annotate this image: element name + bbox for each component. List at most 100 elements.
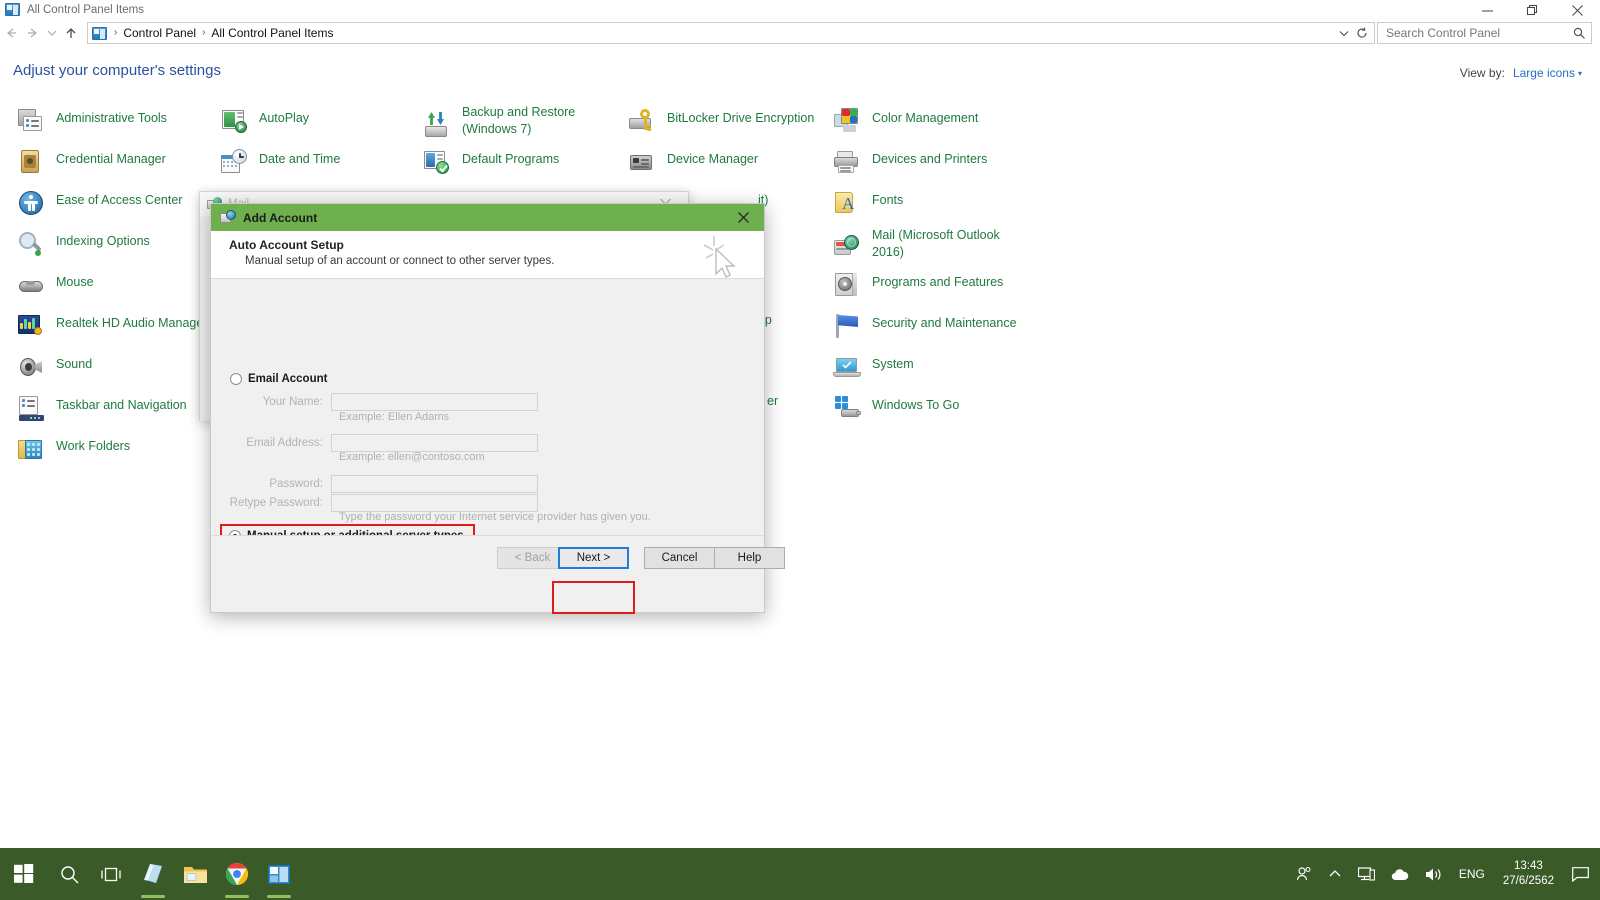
next-button[interactable]: Next > — [558, 547, 629, 569]
cp-item-date-and-time[interactable]: Date and Time — [217, 145, 422, 186]
back-button[interactable] — [0, 22, 22, 44]
window-controls — [1465, 0, 1600, 20]
security-and-maintenance-icon — [832, 311, 862, 341]
control-panel-icon — [92, 26, 107, 40]
file-explorer-icon[interactable] — [174, 848, 216, 900]
administrative-tools-icon — [16, 106, 46, 136]
cp-item-autoplay[interactable]: AutoPlay — [217, 104, 422, 145]
cp-item-label: er — [767, 394, 779, 408]
cp-item-administrative-tools[interactable]: Administrative Tools — [14, 104, 219, 145]
cp-item-taskbar-and-navigation[interactable]: Taskbar and Navigation — [14, 391, 219, 432]
cp-item-mouse[interactable]: Mouse — [14, 268, 219, 309]
breadcrumb-item-control-panel[interactable]: Control Panel — [120, 23, 199, 43]
onedrive-icon[interactable] — [1383, 848, 1417, 900]
cp-item-label: BitLocker Drive Encryption — [667, 111, 815, 125]
help-button[interactable]: Help — [714, 547, 785, 569]
add-account-icon — [220, 209, 236, 226]
control-panel-column-1: Administrative Tools Credential Manager — [14, 104, 219, 473]
network-icon[interactable] — [1350, 848, 1383, 900]
cp-item-label: Devices and Printers — [872, 152, 988, 166]
cp-item-device-manager[interactable]: Device Manager — [625, 145, 835, 186]
email-address-hint: Example: ellen@contoso.com — [339, 451, 485, 463]
cp-item-security-and-maintenance[interactable]: Security and Maintenance — [830, 309, 1035, 350]
close-button[interactable] — [1555, 0, 1600, 20]
close-icon[interactable] — [728, 204, 758, 231]
add-account-title: Add Account — [243, 210, 318, 225]
refresh-icon[interactable] — [1353, 23, 1371, 43]
add-account-dialog: Add Account Auto Account Setup Manual se… — [210, 203, 785, 614]
realtek-hd-audio-manager-icon — [16, 311, 46, 341]
forward-button[interactable] — [22, 22, 44, 44]
search-icon[interactable] — [48, 848, 90, 900]
add-account-titlebar: Add Account — [211, 204, 764, 231]
cp-item-programs-and-features[interactable]: Programs and Features — [830, 268, 1035, 309]
add-account-header: Auto Account Setup Manual setup of an ac… — [211, 231, 764, 279]
cp-item-devices-and-printers[interactable]: Devices and Printers — [830, 145, 1035, 186]
email-account-label: Email Account — [248, 373, 328, 385]
maximize-button[interactable] — [1510, 0, 1555, 20]
your-name-label: Your Name: — [262, 396, 323, 408]
password-input[interactable] — [331, 475, 538, 493]
cp-item-credential-manager[interactable]: Credential Manager — [14, 145, 219, 186]
google-chrome-icon[interactable] — [216, 848, 258, 900]
email-account-radio-row[interactable]: Email Account — [230, 373, 327, 385]
control-panel-icon[interactable] — [258, 848, 300, 900]
cp-item-realtek-hd-audio-manager[interactable]: Realtek HD Audio Manager — [14, 309, 219, 350]
search-box[interactable] — [1377, 22, 1592, 44]
chevron-down-icon[interactable]: ▾ — [1578, 69, 1582, 78]
clock[interactable]: 13:43 27/6/2562 — [1493, 848, 1564, 900]
credential-manager-icon — [16, 147, 46, 177]
breadcrumb-separator: › — [202, 27, 206, 38]
retype-password-input[interactable] — [331, 494, 538, 512]
search-icon[interactable] — [1567, 23, 1591, 43]
your-name-input[interactable] — [331, 393, 538, 411]
cp-item-windows-to-go[interactable]: Windows To Go — [830, 391, 1035, 432]
task-view-icon[interactable] — [90, 848, 132, 900]
cursor-sparkle-decoration-icon — [694, 233, 749, 279]
cp-item-default-programs[interactable]: Default Programs — [420, 145, 625, 186]
cp-item-label: Date and Time — [259, 152, 341, 166]
people-icon[interactable] — [1288, 848, 1320, 900]
language-indicator[interactable]: ENG — [1451, 848, 1493, 900]
taskbar-and-navigation-icon — [16, 393, 46, 423]
action-center-icon[interactable] — [1564, 848, 1596, 900]
cp-item-ease-of-access-center[interactable]: Ease of Access Center — [14, 186, 219, 227]
breadcrumb-item-all-control-panel-items[interactable]: All Control Panel Items — [208, 23, 336, 43]
view-by-value[interactable]: Large icons — [1513, 66, 1575, 80]
header-subtitle: Manual setup of an account or connect to… — [245, 255, 555, 267]
recent-locations-button[interactable] — [44, 22, 60, 44]
cp-item-sound[interactable]: Sound — [14, 350, 219, 391]
cancel-button[interactable]: Cancel — [644, 547, 715, 569]
password-label: Password: — [269, 478, 323, 490]
cp-item-label: Default Programs — [462, 152, 560, 166]
cp-item-mail[interactable]: Mail (Microsoft Outlook 2016) — [830, 227, 1035, 268]
chevron-up-icon[interactable] — [1320, 848, 1350, 900]
email-address-input[interactable] — [331, 434, 538, 452]
cp-item-work-folders[interactable]: Work Folders — [14, 432, 219, 473]
breadcrumb-bar[interactable]: › Control Panel › All Control Panel Item… — [87, 22, 1375, 44]
page-title: Adjust your computer's settings — [13, 62, 221, 79]
window-titlebar: All Control Panel Items — [0, 0, 1600, 20]
sticky-notes-icon[interactable] — [132, 848, 174, 900]
email-address-field-row: Email Address: — [221, 434, 538, 452]
add-account-body: Email Account Your Name: Example: Ellen … — [211, 279, 785, 579]
up-button[interactable] — [60, 22, 82, 44]
cp-item-color-management[interactable]: Color Management — [830, 104, 1035, 145]
clock-time: 13:43 — [1514, 860, 1543, 872]
search-input[interactable] — [1378, 26, 1567, 40]
chevron-down-icon[interactable] — [1336, 23, 1352, 43]
backup-and-restore-icon — [422, 110, 452, 140]
email-account-radio[interactable] — [230, 373, 242, 385]
cp-item-label: Ease of Access Center — [56, 193, 183, 207]
volume-icon[interactable] — [1417, 848, 1451, 900]
start-button[interactable] — [0, 848, 48, 900]
control-panel-column-3: Backup and Restore (Windows 7) Default P… — [420, 104, 625, 186]
cp-item-bitlocker-drive-encryption[interactable]: BitLocker Drive Encryption — [625, 104, 835, 145]
cp-item-indexing-options[interactable]: Indexing Options — [14, 227, 219, 268]
cp-item-system[interactable]: System — [830, 350, 1035, 391]
mouse-icon — [16, 270, 46, 300]
cp-item-label: Credential Manager — [56, 152, 166, 166]
minimize-button[interactable] — [1465, 0, 1510, 20]
cp-item-backup-and-restore[interactable]: Backup and Restore (Windows 7) — [420, 104, 625, 145]
cp-item-fonts[interactable]: A Fonts — [830, 186, 1035, 227]
